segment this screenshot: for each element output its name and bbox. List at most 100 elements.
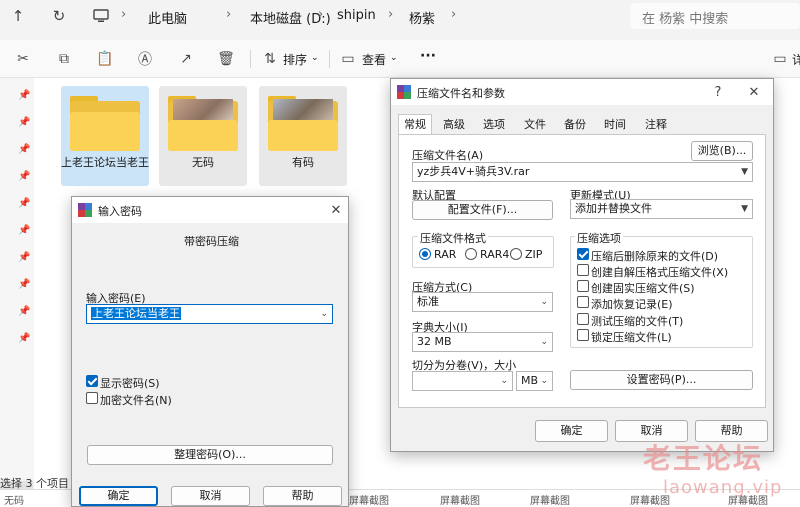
organize-passwords-button[interactable]: 整理密码(O)... <box>87 445 333 465</box>
show-password-checkbox[interactable] <box>86 375 98 387</box>
tab-backup[interactable]: 备份 <box>558 114 592 134</box>
chevron-down-icon[interactable]: ▼ <box>741 163 748 181</box>
show-password-label[interactable]: 显示密码(S) <box>100 375 160 391</box>
chevron-down-icon[interactable]: ▼ <box>741 200 748 218</box>
paste-icon[interactable]: 📋 <box>95 49 115 69</box>
help-button[interactable]: 帮助 <box>263 486 342 506</box>
monitor-icon[interactable] <box>90 5 112 27</box>
cut-icon[interactable]: ✂ <box>13 49 33 69</box>
copy-icon[interactable]: ⧉ <box>54 49 74 69</box>
format-zip-label[interactable]: ZIP <box>525 248 542 261</box>
winrar-logo-icon <box>397 85 411 99</box>
option-label[interactable]: 压缩后删除原来的文件(D) <box>591 248 718 264</box>
file-label: 屏幕截图 <box>349 496 389 507</box>
help-icon[interactable]: ? <box>709 83 727 101</box>
share-icon[interactable]: ↗ <box>176 49 196 69</box>
chevron-right-icon[interactable]: › <box>451 7 456 22</box>
password-input[interactable]: 上老王论坛当老王 ⌄ <box>86 304 333 324</box>
option-label[interactable]: 创建固实压缩文件(S) <box>591 280 695 296</box>
pin-icon: 📌 <box>18 225 31 236</box>
tab-time[interactable]: 时间 <box>598 114 632 134</box>
encrypt-filenames-label[interactable]: 加密文件名(N) <box>100 392 172 408</box>
tab-general[interactable]: 常规 <box>398 114 432 135</box>
update-mode-select[interactable]: 添加并替换文件 ▼ <box>570 199 753 219</box>
archive-options-label: 压缩选项 <box>575 230 623 246</box>
format-rar4-label[interactable]: RAR4 <box>480 248 509 261</box>
chevron-down-icon[interactable]: ⌄ <box>500 372 508 390</box>
up-arrow-icon[interactable]: ↑ <box>7 5 29 27</box>
lock-archive-checkbox[interactable] <box>577 329 589 341</box>
pin-icon: 📌 <box>18 90 31 101</box>
close-icon[interactable]: ✕ <box>745 83 763 101</box>
option-label[interactable]: 添加恢复记录(E) <box>591 296 673 312</box>
view-icon[interactable]: ▭ <box>338 49 358 69</box>
dictionary-size-select[interactable]: 32 MB ⌄ <box>412 332 553 352</box>
details-pane-icon[interactable]: ▭ <box>770 49 790 69</box>
split-unit-select[interactable]: MB ⌄ <box>516 371 553 391</box>
test-archived-files-checkbox[interactable] <box>577 313 589 325</box>
navigation-pane: 📌 📌 📌 📌 📌 📌 📌 📌 📌 📌 <box>0 78 34 507</box>
archive-format-label: 压缩文件格式 <box>418 230 488 246</box>
watermark-text: 老王论坛 <box>643 442 764 475</box>
chevron-down-icon: ⌄ <box>390 53 398 63</box>
chevron-down-icon[interactable]: ⌄ <box>540 293 548 311</box>
tab-comment[interactable]: 注释 <box>639 114 673 134</box>
tab-options[interactable]: 选项 <box>477 114 511 134</box>
format-zip-radio[interactable] <box>510 248 522 260</box>
option-label[interactable]: 创建自解压格式压缩文件(X) <box>591 264 728 280</box>
search-input[interactable]: 在 杨紫 中搜索 <box>630 3 800 29</box>
browse-button[interactable]: 浏览(B)... <box>691 141 753 161</box>
archive-name-combo[interactable]: yz步兵4V+骑兵3V.rar ▼ <box>412 162 753 182</box>
option-label[interactable]: 锁定压缩文件(L) <box>591 329 672 345</box>
format-rar-radio[interactable] <box>419 248 431 260</box>
cancel-button[interactable]: 取消 <box>171 486 250 506</box>
pin-icon: 📌 <box>18 333 31 344</box>
file-label: 无码 <box>4 496 24 507</box>
option-label[interactable]: 测试压缩的文件(T) <box>591 313 683 329</box>
file-label: 屏幕截图 <box>440 496 480 507</box>
chevron-right-icon: › <box>318 7 324 22</box>
pin-icon: 📌 <box>18 306 31 317</box>
compression-method-select[interactable]: 标准 ⌄ <box>412 292 553 312</box>
pin-icon: 📌 <box>18 198 31 209</box>
details-button[interactable]: 详 <box>792 51 800 68</box>
ok-button[interactable]: 确定 <box>79 486 158 506</box>
tab-files[interactable]: 文件 <box>518 114 552 134</box>
delete-after-archiving-checkbox[interactable] <box>577 248 589 260</box>
profiles-button[interactable]: 配置文件(F)... <box>412 200 553 220</box>
set-password-button[interactable]: 设置密码(P)... <box>570 370 753 390</box>
create-solid-checkbox[interactable] <box>577 280 589 292</box>
close-icon[interactable]: ✕ <box>327 201 345 219</box>
chevron-right-icon: › <box>121 7 127 22</box>
split-size-combo[interactable]: ⌄ <box>412 371 513 391</box>
more-options-button[interactable]: ··· <box>420 48 436 64</box>
folder-item[interactable]: 上老王论坛当老王 <box>61 86 149 186</box>
delete-icon[interactable]: 🗑 <box>216 49 236 69</box>
create-sfx-checkbox[interactable] <box>577 264 589 276</box>
encrypt-filenames-checkbox[interactable] <box>86 392 98 404</box>
chevron-right-icon: › <box>226 7 232 22</box>
breadcrumb-shipin[interactable]: shipin <box>337 8 376 23</box>
sort-icon[interactable]: ⇅ <box>260 49 280 69</box>
chevron-down-icon: ⌄ <box>311 53 319 63</box>
folder-item[interactable]: 无码 <box>159 86 247 186</box>
chevron-down-icon[interactable]: ⌄ <box>320 305 328 323</box>
breadcrumb-this-pc[interactable]: 此电脑 <box>148 8 187 27</box>
tab-advanced[interactable]: 高级 <box>437 114 471 134</box>
sort-button[interactable]: 排序 <box>283 51 307 68</box>
folder-icon <box>70 96 140 151</box>
chevron-down-icon[interactable]: ⌄ <box>540 333 548 351</box>
view-button[interactable]: 查看 <box>362 51 386 68</box>
ok-button[interactable]: 确定 <box>535 420 608 442</box>
folder-icon <box>268 96 338 151</box>
format-rar-label[interactable]: RAR <box>434 248 456 261</box>
chevron-down-icon[interactable]: ⌄ <box>540 372 548 390</box>
breadcrumb-current[interactable]: 杨紫 <box>409 8 435 27</box>
dialog-title: 压缩文件名和参数 <box>417 87 505 100</box>
folder-item[interactable]: 有码 <box>259 86 347 186</box>
refresh-icon[interactable]: ↻ <box>48 5 70 27</box>
command-bar: ✂ ⧉ 📋 Ⓐ ↗ 🗑 ⇅ 排序 ⌄ ▭ 查看 ⌄ ··· ▭ 详 <box>0 40 800 78</box>
add-recovery-record-checkbox[interactable] <box>577 296 589 308</box>
format-rar4-radio[interactable] <box>465 248 477 260</box>
rename-icon[interactable]: Ⓐ <box>135 49 155 69</box>
